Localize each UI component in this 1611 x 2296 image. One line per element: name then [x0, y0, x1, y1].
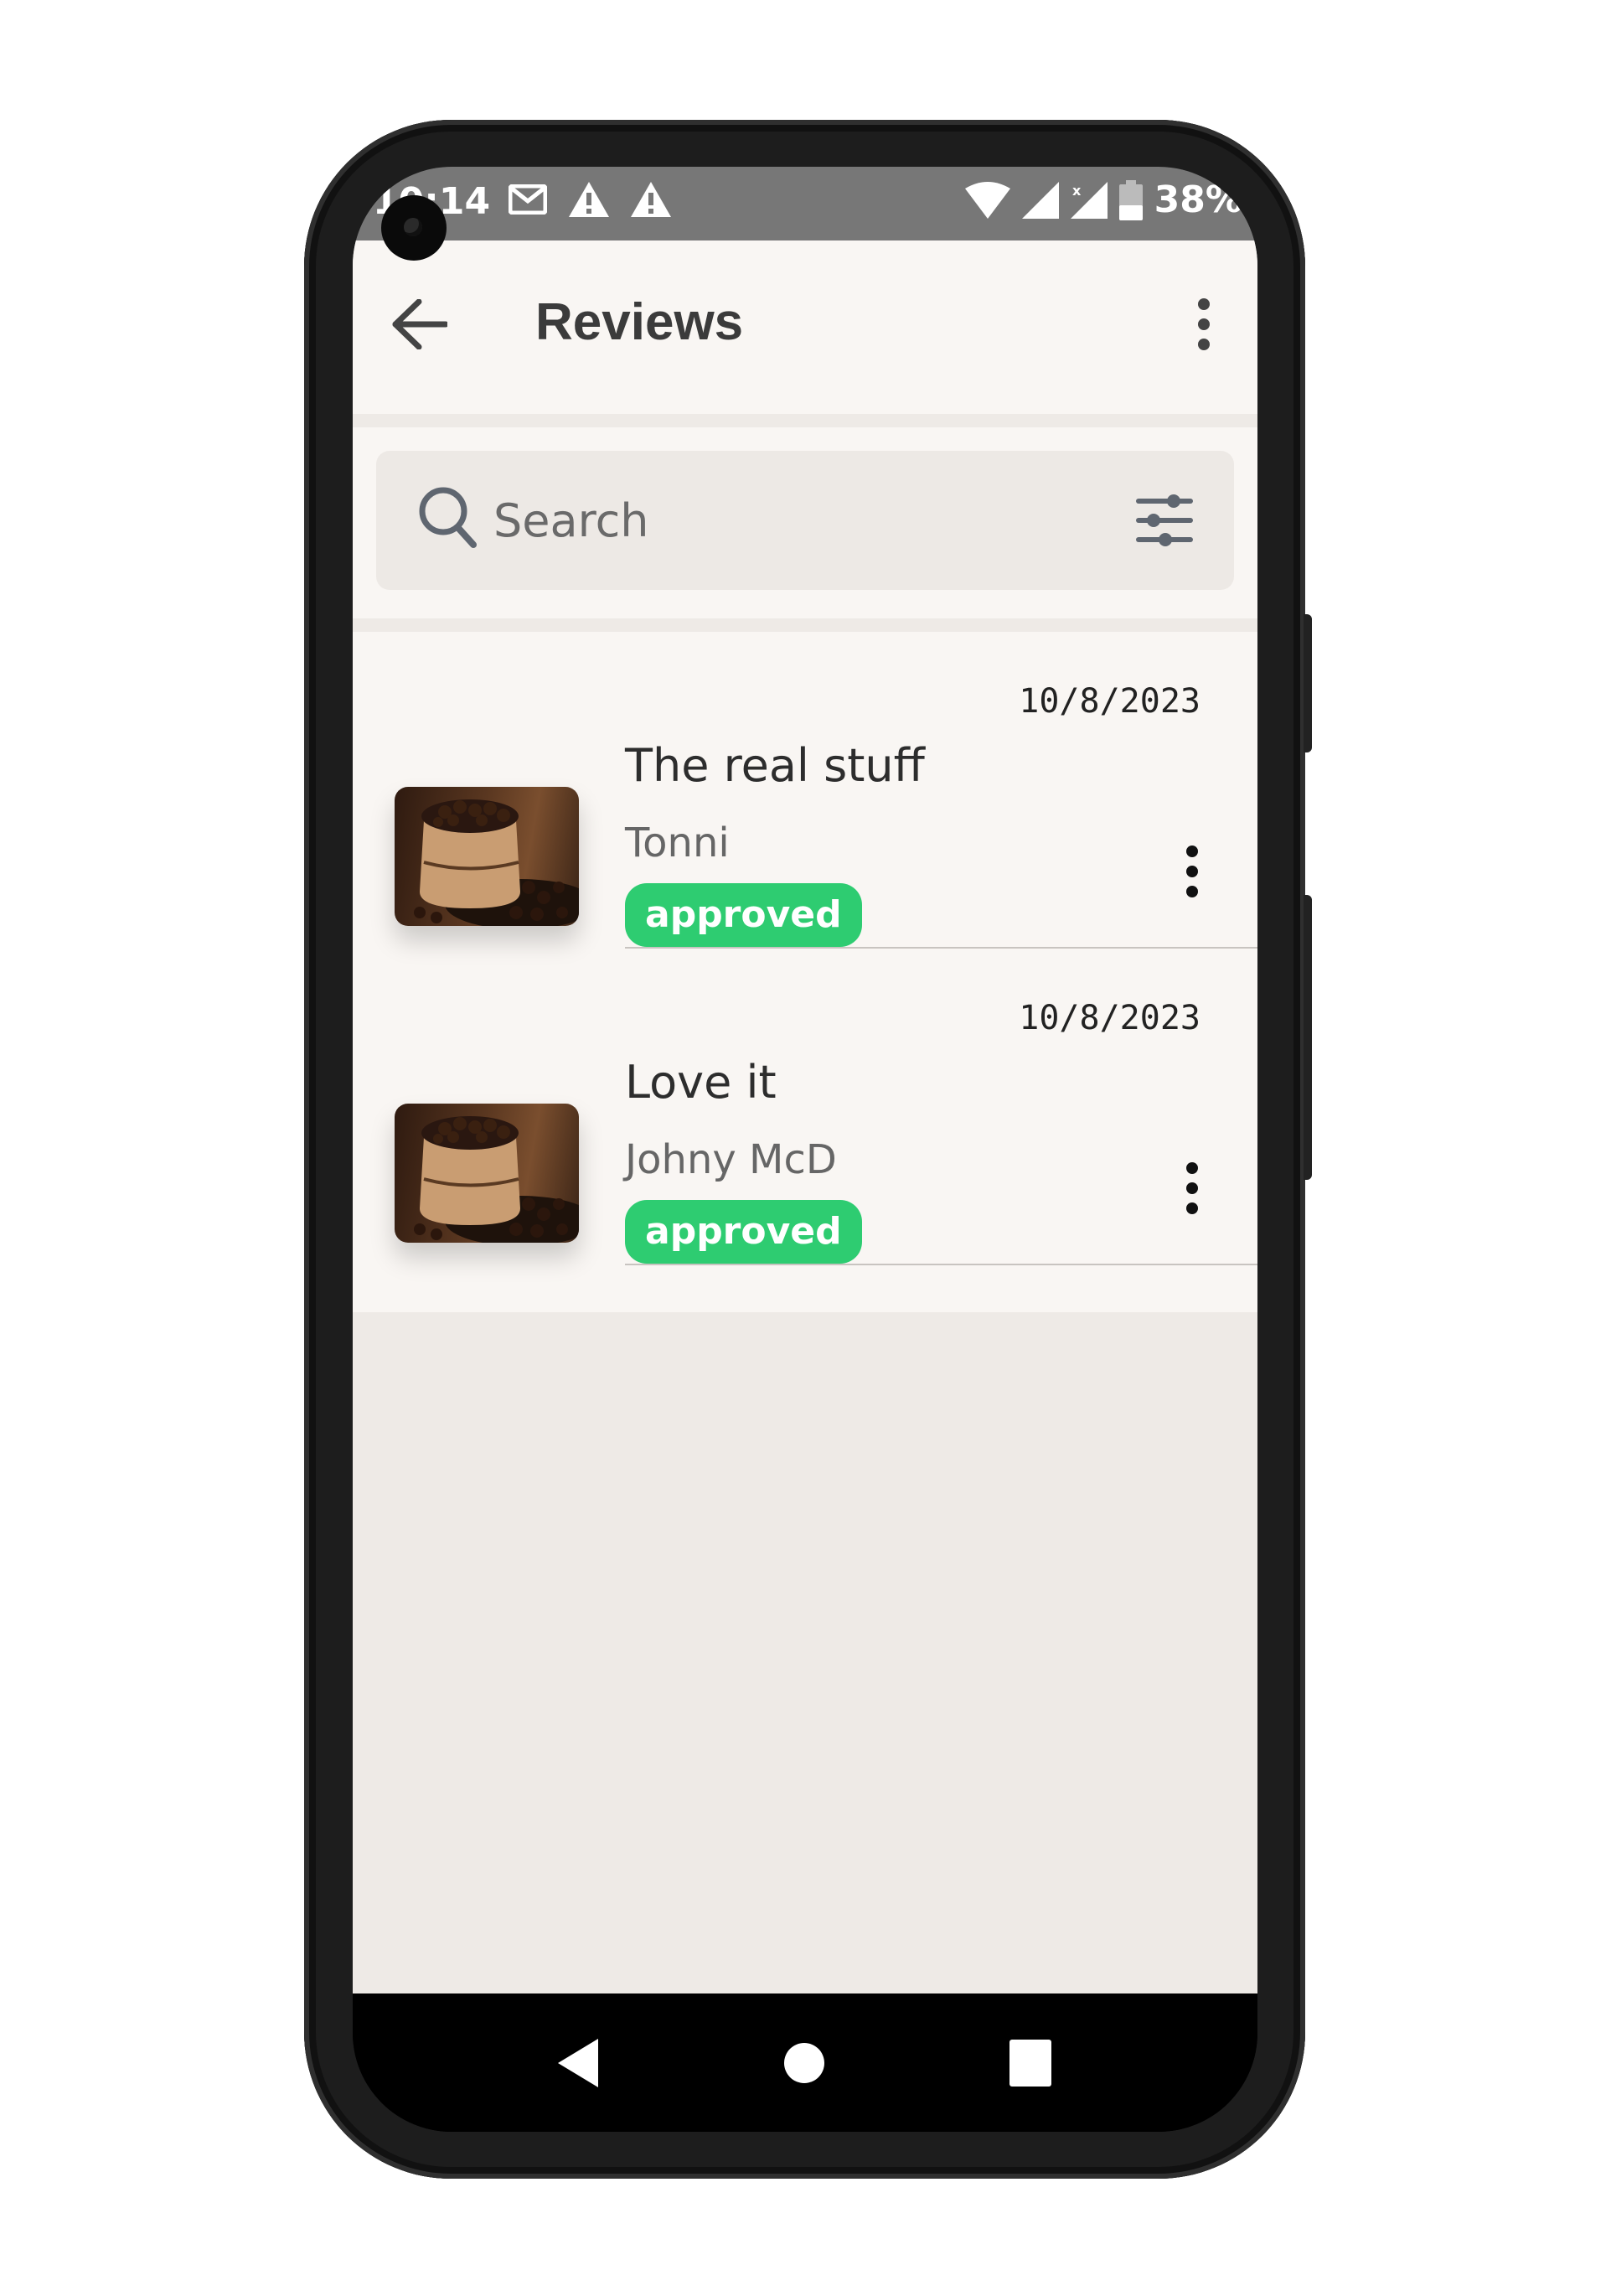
- page: 10:14: [0, 0, 1611, 2296]
- battery-percent: 38%: [1154, 178, 1242, 221]
- power-button: [1304, 614, 1312, 752]
- more-vert-icon: [1198, 298, 1210, 350]
- review-date: 10/8/2023: [1019, 682, 1201, 721]
- gmail-icon: [509, 184, 547, 215]
- nav-recents-button[interactable]: [1001, 2034, 1060, 2092]
- phone-screen: 10:14: [353, 167, 1257, 2132]
- review-title: The real stuff: [625, 739, 925, 792]
- back-triangle-icon: [558, 2039, 598, 2087]
- review-thumbnail: [395, 1104, 579, 1243]
- tune-icon: [1136, 494, 1193, 546]
- warning-icon: [631, 182, 671, 217]
- search-bar[interactable]: [376, 451, 1234, 590]
- review-thumbnail: [395, 787, 579, 926]
- status-badge: approved: [625, 1200, 862, 1264]
- arrow-left-icon: [392, 299, 447, 349]
- nav-home-button[interactable]: [775, 2034, 834, 2092]
- review-title: Love it: [625, 1056, 777, 1109]
- signal-icon: [1021, 181, 1059, 219]
- page-title: Reviews: [535, 293, 744, 351]
- app-content: Reviews Search 10/8/2023 The real stuff …: [353, 240, 1257, 1993]
- coffee-beans-image: [414, 799, 579, 926]
- phone-frame: 10:14: [304, 120, 1312, 2179]
- recents-square-icon: [1009, 2040, 1051, 2087]
- review-list: 10/8/2023 The real stuff Tonni approved: [353, 632, 1257, 1312]
- filter-button[interactable]: [1135, 491, 1194, 550]
- navigation-bar: [353, 1993, 1257, 2132]
- review-author: Tonni: [625, 820, 730, 866]
- more-vert-icon: [1186, 1162, 1198, 1214]
- overflow-menu-button[interactable]: [1184, 294, 1224, 354]
- volume-button: [1304, 895, 1312, 1180]
- status-badge: approved: [625, 883, 862, 947]
- divider: [625, 1264, 1257, 1265]
- wifi-icon: [964, 181, 1010, 219]
- review-date: 10/8/2023: [1019, 999, 1201, 1037]
- nav-back-button[interactable]: [550, 2034, 608, 2092]
- battery-icon: [1118, 179, 1143, 220]
- warning-icon: [569, 182, 609, 217]
- status-bar: 10:14: [353, 167, 1257, 240]
- coffee-beans-image: [414, 1116, 579, 1243]
- app-bar: Reviews: [353, 240, 1257, 414]
- review-item[interactable]: 10/8/2023 Love it Johny McD approved: [353, 949, 1257, 1265]
- signal-x-icon: x: [1070, 181, 1108, 219]
- back-button[interactable]: [390, 294, 450, 354]
- more-vert-icon: [1186, 845, 1198, 897]
- review-menu-button[interactable]: [1175, 1158, 1209, 1218]
- notification-icons: [509, 182, 671, 217]
- front-camera: [381, 195, 447, 261]
- search-icon: [419, 487, 477, 548]
- review-item[interactable]: 10/8/2023 The real stuff Tonni approved: [353, 632, 1257, 949]
- svg-text:x: x: [1072, 183, 1082, 199]
- search-section: [353, 427, 1257, 618]
- review-menu-button[interactable]: [1175, 841, 1209, 902]
- system-icons: x 38%: [964, 178, 1242, 221]
- review-author: Johny McD: [625, 1136, 837, 1183]
- home-circle-icon: [784, 2043, 824, 2083]
- search-input[interactable]: [493, 489, 996, 551]
